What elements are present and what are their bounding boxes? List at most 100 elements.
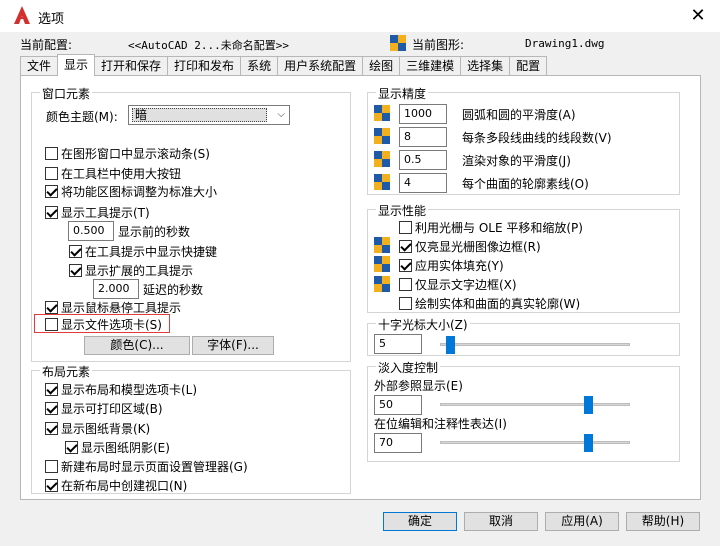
- tab-strip: 文件 显示 打开和保存 打印和发布 系统 用户系统配置 绘图 三维建模 选择集 …: [20, 54, 548, 76]
- tab-3d-modeling[interactable]: 三维建模: [399, 56, 462, 76]
- current-drawing-label: 当前图形:: [412, 38, 465, 52]
- contour-lines-input[interactable]: 4: [399, 173, 447, 193]
- tab-open-save[interactable]: 打开和保存: [94, 56, 169, 76]
- display-tab-panel: 窗口元素 颜色主题(M): 暗 ⌵ 在图形窗口中显示滚动条(S) 在工具栏中使用…: [20, 75, 701, 500]
- paper-shadow-checkbox[interactable]: [65, 440, 78, 454]
- scrollbars-checkbox[interactable]: [45, 146, 58, 160]
- current-drawing-value: Drawing1.dwg: [525, 37, 605, 50]
- tab-system[interactable]: 系统: [240, 56, 279, 76]
- tab-profiles[interactable]: 配置: [509, 56, 548, 76]
- xref-fade-input[interactable]: 50: [374, 395, 422, 415]
- drawing-icon: [390, 35, 406, 51]
- layout-tabs-option[interactable]: 显示布局和模型选项卡(L): [45, 380, 197, 398]
- text-frame-option[interactable]: 仅显示文字边框(X): [399, 275, 517, 293]
- crosshair-size-slider-thumb[interactable]: [445, 336, 455, 354]
- large-buttons-checkbox[interactable]: [45, 166, 58, 180]
- ribbon-icons-checkbox[interactable]: [45, 184, 58, 198]
- apply-button[interactable]: 应用(A): [545, 512, 619, 531]
- paper-background-checkbox[interactable]: [45, 421, 58, 435]
- tab-display[interactable]: 显示: [57, 54, 96, 76]
- true-silhouettes-option[interactable]: 绘制实体和曲面的真实轮廓(W): [399, 294, 580, 312]
- layout-tabs-label: 显示布局和模型选项卡(L): [61, 382, 198, 397]
- color-scheme-value: 暗: [132, 108, 267, 122]
- crosshair-size-title: 十字光标大小(Z): [376, 316, 470, 333]
- tab-plot-publish[interactable]: 打印和发布: [167, 56, 242, 76]
- raster-frame-checkbox[interactable]: [399, 239, 412, 253]
- extended-delay-input[interactable]: 2.000: [93, 279, 139, 299]
- extended-tooltips-checkbox[interactable]: [69, 263, 82, 277]
- raster-ole-checkbox[interactable]: [399, 220, 412, 234]
- ribbon-icons-label: 将功能区图标调整为标准大小: [61, 184, 218, 199]
- colors-button[interactable]: 颜色(C)...: [84, 336, 190, 355]
- display-resolution-title: 显示精度: [376, 85, 429, 102]
- raster-ole-label: 利用光栅与 OLE 平移和缩放(P): [415, 220, 583, 235]
- xref-fade-slider-thumb[interactable]: [584, 396, 594, 414]
- printable-area-option[interactable]: 显示可打印区域(B): [45, 399, 163, 417]
- extended-tooltips-option[interactable]: 显示扩展的工具提示: [69, 261, 193, 279]
- page-setup-option[interactable]: 新建布局时显示页面设置管理器(G): [45, 457, 248, 475]
- window-elements-title: 窗口元素: [40, 85, 93, 102]
- inplace-fade-slider-thumb[interactable]: [584, 434, 594, 452]
- create-viewport-option[interactable]: 在新布局中创建视口(N): [45, 476, 187, 494]
- large-buttons-option[interactable]: 在工具栏中使用大按钮: [45, 164, 181, 182]
- crosshair-size-slider-track[interactable]: [440, 343, 630, 346]
- color-scheme-label: 颜色主题(M):: [46, 110, 118, 124]
- paper-shadow-option[interactable]: 显示图纸阴影(E): [65, 438, 170, 456]
- paper-shadow-label: 显示图纸阴影(E): [81, 440, 170, 455]
- solid-fill-checkbox[interactable]: [399, 258, 412, 272]
- rendered-smoothness-label: 渲染对象的平滑度(J): [462, 154, 571, 168]
- paper-background-option[interactable]: 显示图纸背景(K): [45, 419, 150, 437]
- tooltip-delay-input[interactable]: 0.500: [68, 221, 114, 241]
- create-viewport-label: 在新布局中创建视口(N): [61, 478, 188, 493]
- inplace-fade-input[interactable]: 70: [374, 433, 422, 453]
- color-scheme-select[interactable]: 暗 ⌵: [128, 105, 290, 125]
- file-tabs-checkbox[interactable]: [45, 317, 58, 331]
- extended-delay-label: 延迟的秒数: [143, 283, 204, 297]
- fonts-button[interactable]: 字体(F)...: [192, 336, 274, 355]
- show-shortcut-label: 在工具提示中显示快捷键: [85, 244, 218, 259]
- raster-ole-option[interactable]: 利用光栅与 OLE 平移和缩放(P): [399, 218, 583, 236]
- true-silhouettes-checkbox[interactable]: [399, 296, 412, 310]
- scrollbars-option[interactable]: 在图形窗口中显示滚动条(S): [45, 144, 210, 162]
- inplace-fade-slider-track[interactable]: [440, 441, 630, 444]
- chevron-down-icon: ⌵: [277, 109, 285, 120]
- tab-drafting[interactable]: 绘图: [362, 56, 401, 76]
- page-setup-checkbox[interactable]: [45, 459, 58, 473]
- close-button[interactable]: ✕: [688, 6, 708, 26]
- title-bar: 选项 ✕: [0, 0, 720, 32]
- printable-area-checkbox[interactable]: [45, 401, 58, 415]
- tooltips-option[interactable]: 显示工具提示(T): [45, 203, 150, 221]
- rendered-smoothness-input[interactable]: 0.5: [399, 150, 447, 170]
- show-shortcut-checkbox[interactable]: [69, 244, 82, 258]
- file-tabs-label: 显示文件选项卡(S): [61, 317, 162, 332]
- xref-fade-slider-track[interactable]: [440, 403, 630, 406]
- help-button[interactable]: 帮助(H): [626, 512, 700, 531]
- rollover-checkbox[interactable]: [45, 300, 58, 314]
- true-silhouettes-label: 绘制实体和曲面的真实轮廓(W): [415, 296, 581, 311]
- ok-button[interactable]: 确定: [383, 512, 457, 531]
- cancel-button[interactable]: 取消: [464, 512, 538, 531]
- ribbon-icons-option[interactable]: 将功能区图标调整为标准大小: [45, 182, 217, 200]
- autocad-logo-icon: [14, 6, 30, 24]
- solid-fill-option[interactable]: 应用实体填充(Y): [399, 256, 504, 274]
- layout-tabs-checkbox[interactable]: [45, 382, 58, 396]
- arc-smoothness-input[interactable]: 1000: [399, 104, 447, 124]
- show-shortcut-option[interactable]: 在工具提示中显示快捷键: [69, 242, 217, 260]
- tab-user-preferences[interactable]: 用户系统配置: [277, 56, 364, 76]
- tab-selection[interactable]: 选择集: [460, 56, 511, 76]
- create-viewport-checkbox[interactable]: [45, 478, 58, 492]
- display-quality-icon: [374, 151, 390, 167]
- paper-background-label: 显示图纸背景(K): [61, 421, 151, 436]
- text-frame-checkbox[interactable]: [399, 277, 412, 291]
- tooltip-delay-label: 显示前的秒数: [118, 225, 191, 239]
- current-profile-label: 当前配置:: [20, 38, 73, 52]
- raster-frame-option[interactable]: 仅亮显光栅图像边框(R): [399, 237, 541, 255]
- crosshair-size-input[interactable]: 5: [374, 334, 422, 354]
- large-buttons-label: 在工具栏中使用大按钮: [61, 166, 182, 181]
- tab-files[interactable]: 文件: [20, 56, 59, 76]
- tooltips-checkbox[interactable]: [45, 205, 58, 219]
- display-resolution-group: 显示精度 1000 圆弧和圆的平滑度(A) 8 每条多段线曲线的线段数(V) 0…: [367, 85, 680, 195]
- polyline-segments-input[interactable]: 8: [399, 127, 447, 147]
- file-tabs-option[interactable]: 显示文件选项卡(S): [45, 315, 162, 333]
- current-profile-value: <<AutoCAD 2...未命名配置>>: [128, 39, 289, 52]
